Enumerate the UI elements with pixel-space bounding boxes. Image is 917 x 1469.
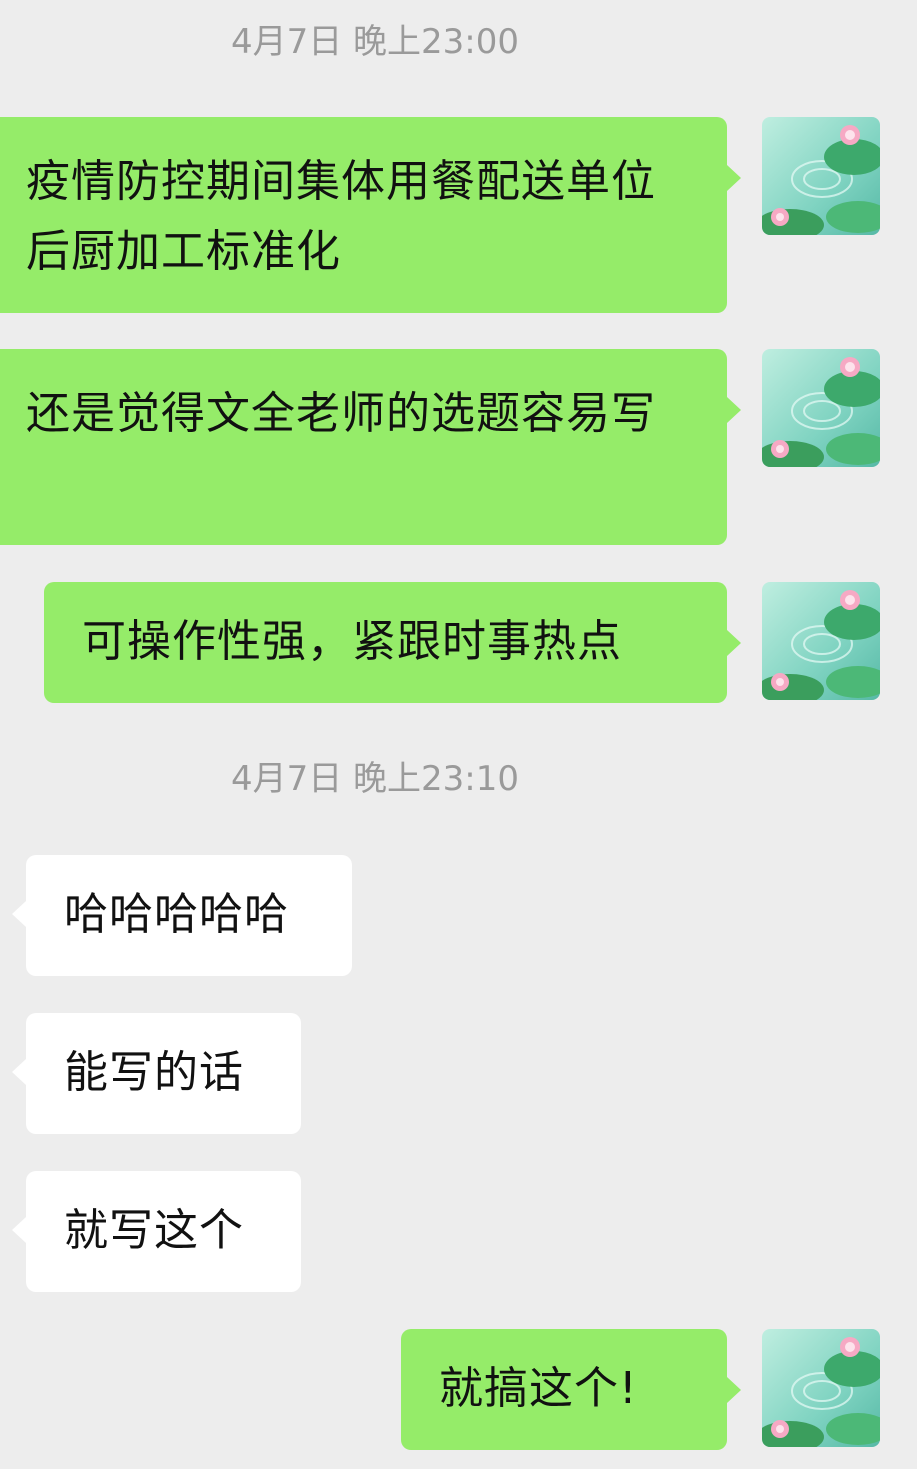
timestamp: 4月7日 晚上23:00 bbox=[230, 22, 520, 62]
message-bubble-sent[interactable]: 就搞这个! bbox=[401, 1329, 741, 1450]
user-avatar[interactable] bbox=[762, 117, 880, 235]
message-bubble-received[interactable]: 哈哈哈哈哈 bbox=[12, 855, 352, 976]
lotus-pond-avatar-icon bbox=[762, 349, 880, 467]
timestamp: 4月7日 晚上23:10 bbox=[230, 759, 520, 799]
user-avatar[interactable] bbox=[762, 582, 880, 700]
message-bubble-received[interactable]: 能写的话 bbox=[12, 1013, 301, 1134]
lotus-pond-avatar-icon bbox=[762, 582, 880, 700]
user-avatar[interactable] bbox=[762, 349, 880, 467]
message-bubble-sent[interactable]: 可操作性强，紧跟时事热点 bbox=[44, 582, 741, 703]
message-bubble-sent[interactable]: 疫情防控期间集体用餐配送单位后厨加工标准化 bbox=[0, 117, 741, 313]
lotus-pond-avatar-icon bbox=[762, 1329, 880, 1447]
user-avatar[interactable] bbox=[762, 1329, 880, 1447]
lotus-pond-avatar-icon bbox=[762, 117, 880, 235]
message-bubble-received[interactable]: 就写这个 bbox=[12, 1171, 301, 1292]
message-bubble-sent[interactable]: 还是觉得文全老师的选题容易写 bbox=[0, 349, 741, 545]
